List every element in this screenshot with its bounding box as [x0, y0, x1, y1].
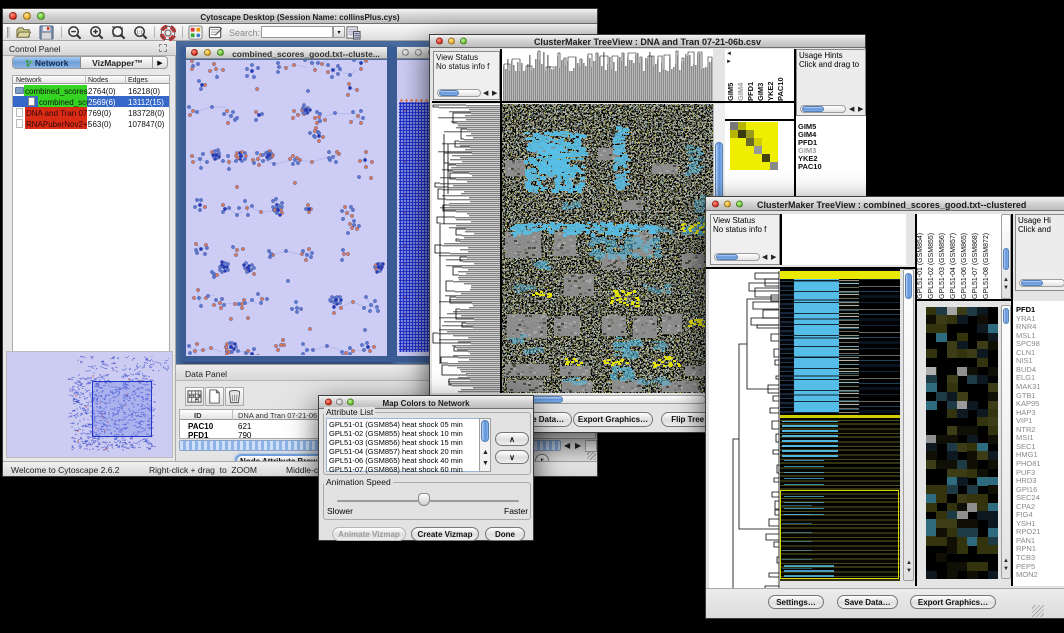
svg-text:1:1: 1:1 — [136, 29, 143, 34]
